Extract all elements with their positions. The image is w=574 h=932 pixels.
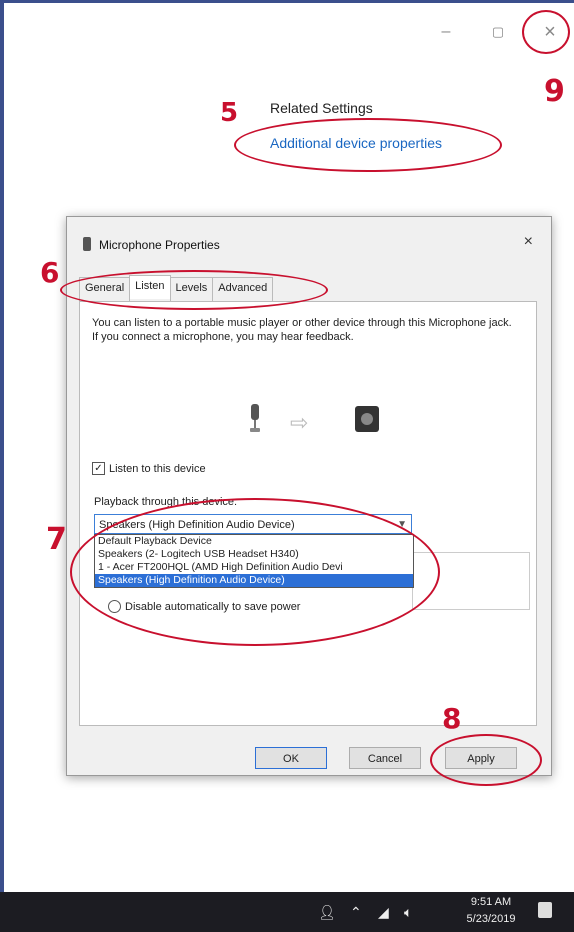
annotation-circle-apply: [430, 734, 542, 786]
people-icon[interactable]: 👤︎: [318, 904, 336, 921]
microphone-icon: [250, 404, 260, 432]
chevron-up-icon[interactable]: ⌃: [350, 904, 362, 921]
listen-checkbox-label: Listen to this device: [109, 462, 206, 475]
annotation-6: 6: [40, 256, 60, 289]
arrow-right-icon: ⇨: [290, 410, 309, 435]
dialog-title-text: Microphone Properties: [99, 238, 220, 252]
listen-description: You can listen to a portable music playe…: [92, 317, 512, 343]
taskbar: 👤︎ ⌃ ◢ 🔈︎ 9:51 AM 5/23/2019: [0, 892, 574, 932]
dialog-close-button[interactable]: ×: [524, 233, 533, 251]
annotation-9: 9: [544, 74, 565, 109]
ok-button[interactable]: OK: [255, 747, 327, 769]
dialog-title: Microphone Properties: [83, 237, 220, 252]
related-settings-heading: Related Settings: [270, 100, 373, 116]
taskbar-date: 5/23/2019: [466, 913, 516, 925]
window-top-border: [0, 0, 574, 3]
annotation-5: 5: [220, 98, 239, 128]
volume-icon[interactable]: 🔈︎: [404, 904, 412, 921]
annotation-circle-dropdown: [70, 498, 440, 646]
annotation-8: 8: [442, 702, 462, 735]
window-left-border: [0, 0, 4, 932]
listen-checkbox[interactable]: ✓: [92, 462, 105, 475]
annotation-circle-tabs: [60, 270, 328, 310]
annotation-7: 7: [46, 522, 67, 557]
taskbar-time: 9:51 AM: [470, 896, 512, 908]
annotation-circle-link: [234, 118, 502, 172]
notification-icon[interactable]: [538, 902, 552, 918]
network-icon[interactable]: ◢: [378, 904, 389, 921]
microphone-icon: [83, 237, 91, 251]
maximize-button[interactable]: ▢: [478, 18, 518, 46]
annotation-circle-close: [522, 10, 570, 54]
speaker-icon: [355, 406, 379, 432]
listen-checkbox-row[interactable]: ✓ Listen to this device: [92, 462, 206, 475]
cancel-button[interactable]: Cancel: [349, 747, 421, 769]
taskbar-clock[interactable]: 9:51 AM 5/23/2019: [455, 894, 527, 928]
minimize-button[interactable]: –: [426, 18, 466, 46]
